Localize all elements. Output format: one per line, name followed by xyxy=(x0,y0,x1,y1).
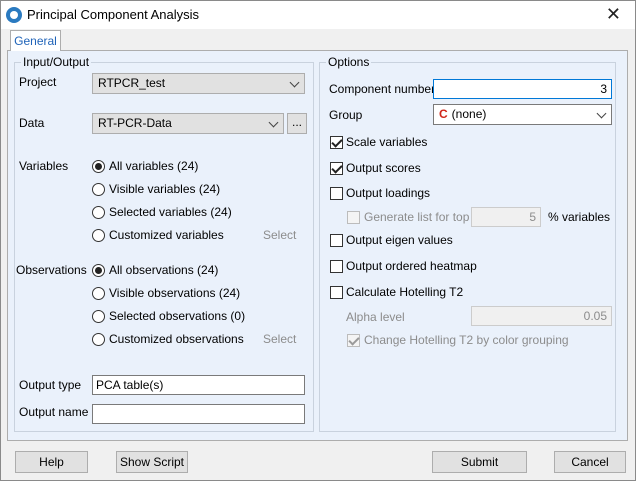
group-select[interactable]: C (none) xyxy=(433,104,612,125)
category-icon: C xyxy=(439,107,448,121)
data-select[interactable]: RT-PCR-Data xyxy=(92,113,284,134)
options-title: Options xyxy=(326,55,372,69)
project-value: RTPCR_test xyxy=(98,76,166,90)
pca-dialog: Principal Component Analysis ✕ General I… xyxy=(0,0,636,481)
chevron-down-icon xyxy=(268,117,279,128)
input-output-group: Input/Output Project RTPCR_test Data RT-… xyxy=(14,55,314,432)
hotelling-label: Calculate Hotelling T2 xyxy=(346,285,464,299)
options-group: Options Component number 3 Group C (none)… xyxy=(319,55,616,432)
observations-label: Observations xyxy=(16,263,87,277)
output-loadings-checkbox[interactable] xyxy=(330,187,343,200)
generate-list-suffix: % variables xyxy=(548,210,611,224)
radio-all-observations[interactable] xyxy=(92,264,105,277)
observations-select-link[interactable]: Select xyxy=(263,332,296,346)
group-value: (none) xyxy=(451,107,487,121)
cancel-button[interactable]: Cancel xyxy=(554,451,626,473)
title-bar: Principal Component Analysis ✕ xyxy=(1,1,635,29)
output-heatmap-checkbox[interactable] xyxy=(330,260,343,273)
scale-variables-checkbox[interactable] xyxy=(330,136,343,149)
change-hotelling-label: Change Hotelling T2 by color grouping xyxy=(364,333,569,347)
change-hotelling-checkbox[interactable] xyxy=(347,334,360,347)
output-heatmap-label: Output ordered heatmap xyxy=(346,259,477,273)
output-type-field[interactable]: PCA table(s) xyxy=(92,375,305,395)
generate-list-checkbox[interactable] xyxy=(347,211,360,224)
input-output-title: Input/Output xyxy=(21,55,92,69)
selected-observations-label: Selected observations (0) xyxy=(109,309,246,323)
generate-list-field[interactable]: 5 xyxy=(471,207,541,227)
tab-content: Input/Output Project RTPCR_test Data RT-… xyxy=(7,50,628,441)
visible-variables-label: Visible variables (24) xyxy=(109,182,221,196)
hotelling-checkbox[interactable] xyxy=(330,286,343,299)
radio-visible-variables[interactable] xyxy=(92,183,105,196)
generate-list-label: Generate list for top xyxy=(364,210,470,224)
selected-variables-label: Selected variables (24) xyxy=(109,205,232,219)
group-label: Group xyxy=(329,108,363,122)
output-name-field[interactable] xyxy=(92,404,305,424)
data-value: RT-PCR-Data xyxy=(98,116,172,130)
radio-all-variables[interactable] xyxy=(92,160,105,173)
all-observations-label: All observations (24) xyxy=(109,263,219,277)
radio-selected-variables[interactable] xyxy=(92,206,105,219)
variables-select-link[interactable]: Select xyxy=(263,228,296,242)
visible-observations-label: Visible observations (24) xyxy=(109,286,241,300)
alpha-level-field[interactable]: 0.05 xyxy=(471,306,612,326)
output-scores-checkbox[interactable] xyxy=(330,162,343,175)
project-select[interactable]: RTPCR_test xyxy=(92,73,305,94)
variables-label: Variables xyxy=(19,159,69,173)
data-browse-button[interactable]: ... xyxy=(287,113,307,134)
customized-variables-label: Customized variables xyxy=(109,228,224,242)
all-variables-label: All variables (24) xyxy=(109,159,199,173)
component-number-field[interactable]: 3 xyxy=(433,79,612,99)
radio-selected-observations[interactable] xyxy=(92,310,105,323)
show-script-button[interactable]: Show Script xyxy=(116,451,188,473)
radio-customized-observations[interactable] xyxy=(92,333,105,346)
component-number-label: Component number xyxy=(329,82,436,96)
close-icon[interactable]: ✕ xyxy=(606,4,621,25)
app-logo-icon xyxy=(6,7,22,23)
radio-customized-variables[interactable] xyxy=(92,229,105,242)
output-name-label: Output name xyxy=(19,405,89,419)
radio-visible-observations[interactable] xyxy=(92,287,105,300)
submit-button[interactable]: Submit xyxy=(432,451,527,473)
help-button[interactable]: Help xyxy=(15,451,88,473)
customized-observations-label: Customized observations xyxy=(109,332,244,346)
output-loadings-label: Output loadings xyxy=(346,186,431,200)
project-label: Project xyxy=(19,75,57,89)
chevron-down-icon xyxy=(596,108,607,119)
chevron-down-icon xyxy=(289,77,300,88)
output-scores-label: Output scores xyxy=(346,161,421,175)
data-label: Data xyxy=(19,116,45,130)
output-eigen-label: Output eigen values xyxy=(346,233,453,247)
output-eigen-checkbox[interactable] xyxy=(330,234,343,247)
window-title: Principal Component Analysis xyxy=(27,7,199,22)
scale-variables-label: Scale variables xyxy=(346,135,428,149)
output-type-label: Output type xyxy=(19,378,82,392)
alpha-level-label: Alpha level xyxy=(346,310,405,324)
tab-general[interactable]: General xyxy=(10,30,61,51)
